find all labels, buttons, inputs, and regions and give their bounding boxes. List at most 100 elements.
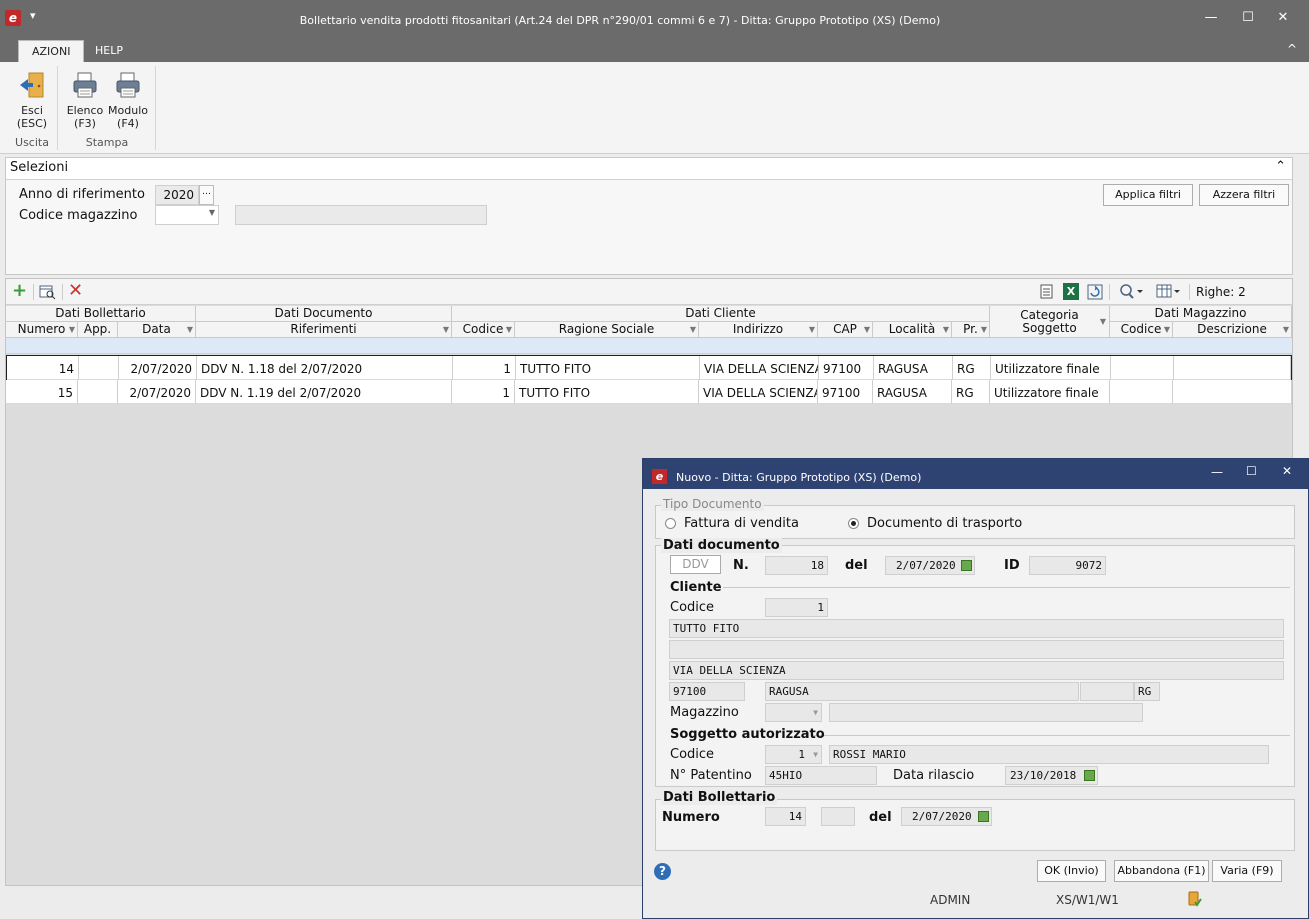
- magazzino-select[interactable]: ▼: [155, 205, 219, 225]
- view-record-icon[interactable]: [39, 284, 56, 303]
- title-bar: e ▾ Bollettario vendita prodotti fitosan…: [0, 0, 1309, 38]
- collapse-chevron-icon[interactable]: ⌃: [1275, 159, 1286, 174]
- column-header-app[interactable]: App.: [78, 322, 118, 338]
- maximize-button[interactable]: ☐: [1238, 10, 1258, 25]
- bollettario-data-input[interactable]: 2/07/2020: [901, 807, 992, 826]
- cell-numero: 14: [7, 356, 79, 380]
- bollettario-suffisso-input[interactable]: [821, 807, 855, 826]
- band-bollettario: Dati Bollettario: [6, 306, 196, 322]
- filter-dropdown-icon[interactable]: ▼: [943, 322, 949, 337]
- varia-button[interactable]: Varia (F9): [1212, 860, 1282, 882]
- ddt-label[interactable]: Documento di trasporto: [867, 516, 1022, 531]
- filter-dropdown-icon[interactable]: ▼: [443, 322, 449, 337]
- column-header-mag-codice[interactable]: Codice ▼: [1110, 322, 1173, 338]
- del-label: del: [845, 558, 868, 573]
- help-icon[interactable]: ?: [654, 863, 671, 880]
- ribbon-collapse-icon[interactable]: ^: [1287, 42, 1297, 56]
- cell-indirizzo: VIA DELLA SCIENZA: [699, 380, 818, 404]
- ribbon-tab-bar: AZIONI HELP ^: [0, 38, 1309, 62]
- filter-dropdown-icon[interactable]: ▼: [1283, 322, 1289, 337]
- filter-dropdown-icon[interactable]: ▼: [69, 322, 75, 337]
- numero-label: Numero: [662, 810, 720, 825]
- esci-button[interactable]: Esci (ESC): [10, 70, 54, 130]
- rilascio-input[interactable]: 23/10/2018: [1005, 766, 1098, 785]
- export-icon[interactable]: [1039, 284, 1055, 303]
- cell-mag-descrizione: [1174, 356, 1291, 380]
- calendar-icon[interactable]: [961, 560, 972, 571]
- column-header-mag-descrizione[interactable]: Descrizione ▼: [1173, 322, 1292, 338]
- ok-button[interactable]: OK (Invio): [1037, 860, 1106, 882]
- printer-icon: [70, 70, 100, 100]
- soggetto-codice-select[interactable]: 1 ▼: [765, 745, 822, 764]
- column-header-cap[interactable]: CAP ▼: [818, 322, 873, 338]
- radio-fattura[interactable]: [665, 518, 676, 529]
- soggetto-divider: [813, 735, 1290, 736]
- table-row[interactable]: 15 2/07/2020 DDV N. 1.19 del 2/07/2020 1…: [6, 380, 1292, 404]
- cliente-codice-label: Codice: [670, 600, 715, 615]
- dati-bollettario-legend: Dati Bollettario: [661, 790, 778, 805]
- esci-shortcut: (ESC): [16, 117, 48, 130]
- dialog-maximize-button[interactable]: ☐: [1246, 464, 1257, 478]
- calendar-icon[interactable]: [978, 811, 989, 822]
- azzera-filtri-button[interactable]: Azzera filtri: [1199, 184, 1289, 206]
- dialog-close-button[interactable]: ✕: [1282, 464, 1292, 478]
- column-header-codice[interactable]: Codice ▼: [452, 322, 515, 338]
- close-button[interactable]: ✕: [1273, 10, 1293, 25]
- filter-row[interactable]: [6, 338, 1292, 354]
- delete-icon[interactable]: ✕: [68, 280, 83, 301]
- dati-documento-legend: Dati documento: [661, 538, 782, 553]
- modulo-button[interactable]: Modulo (F4): [106, 70, 150, 130]
- cell-indirizzo: VIA DELLA SCIENZA: [700, 356, 819, 380]
- cliente-codice-input[interactable]: 1: [765, 598, 828, 617]
- patentino-input[interactable]: 45HIO: [765, 766, 877, 785]
- ribbon-separator: [155, 66, 156, 150]
- tab-azioni[interactable]: AZIONI: [18, 40, 85, 62]
- filter-dropdown-icon[interactable]: ▼: [187, 322, 193, 337]
- zoom-icon[interactable]: [1119, 283, 1145, 303]
- anno-picker-button[interactable]: …: [199, 185, 214, 205]
- bollettario-numero-input[interactable]: 14: [765, 807, 806, 826]
- column-settings-icon[interactable]: [1156, 283, 1182, 303]
- id-input[interactable]: 9072: [1029, 556, 1106, 575]
- filter-dropdown-icon[interactable]: ▼: [1100, 315, 1106, 328]
- column-header-numero[interactable]: Numero ▼: [6, 322, 78, 338]
- column-header-riferimenti[interactable]: Riferimenti ▼: [196, 322, 452, 338]
- excel-icon[interactable]: X: [1063, 283, 1079, 300]
- anno-input[interactable]: 2020: [155, 185, 199, 205]
- fattura-label[interactable]: Fattura di vendita: [684, 516, 799, 531]
- numero-documento-input[interactable]: 18: [765, 556, 828, 575]
- column-header-pr[interactable]: Pr. ▼: [952, 322, 990, 338]
- filter-dropdown-icon[interactable]: ▼: [1164, 322, 1170, 337]
- band-magazzino: Dati Magazzino: [1110, 306, 1292, 322]
- filter-dropdown-icon[interactable]: ▼: [981, 322, 987, 337]
- filter-dropdown-icon[interactable]: ▼: [809, 322, 815, 337]
- selezioni-header[interactable]: Selezioni ⌃: [6, 158, 1292, 180]
- column-header-localita[interactable]: Località ▼: [873, 322, 952, 338]
- table-row[interactable]: 14 2/07/2020 DDV N. 1.18 del 2/07/2020 1…: [6, 355, 1292, 380]
- tab-help[interactable]: HELP: [82, 40, 136, 62]
- tipo-documento-button[interactable]: DDV: [670, 555, 721, 574]
- data-documento-input[interactable]: 2/07/2020: [885, 556, 975, 575]
- calendar-icon[interactable]: [1084, 770, 1095, 781]
- filter-dropdown-icon[interactable]: ▼: [690, 322, 696, 337]
- refresh-icon[interactable]: [1087, 284, 1103, 303]
- filter-dropdown-icon[interactable]: ▼: [506, 322, 512, 337]
- cell-data: 2/07/2020: [119, 356, 197, 380]
- radio-ddt[interactable]: [848, 518, 859, 529]
- column-header-indirizzo[interactable]: Indirizzo ▼: [699, 322, 818, 338]
- cell-cap: 97100: [818, 380, 873, 404]
- applica-filtri-button[interactable]: Applica filtri: [1103, 184, 1193, 206]
- dialog-minimize-button[interactable]: —: [1211, 465, 1223, 479]
- abbandona-button[interactable]: Abbandona (F1): [1114, 860, 1209, 882]
- magazzino-select[interactable]: ▼: [765, 703, 822, 722]
- filter-dropdown-icon[interactable]: ▼: [864, 322, 870, 337]
- cliente-localita: RAGUSA: [765, 682, 1079, 701]
- app-logo-icon: e: [652, 469, 667, 484]
- column-header-categoria[interactable]: Categoria Soggetto ▼: [990, 306, 1110, 338]
- column-header-data[interactable]: Data ▼: [118, 322, 196, 338]
- minimize-button[interactable]: —: [1201, 10, 1221, 25]
- cell-localita: RAGUSA: [874, 356, 953, 380]
- column-header-ragione[interactable]: Ragione Sociale ▼: [515, 322, 699, 338]
- elenco-button[interactable]: Elenco (F3): [63, 70, 107, 130]
- add-icon[interactable]: +: [12, 282, 27, 300]
